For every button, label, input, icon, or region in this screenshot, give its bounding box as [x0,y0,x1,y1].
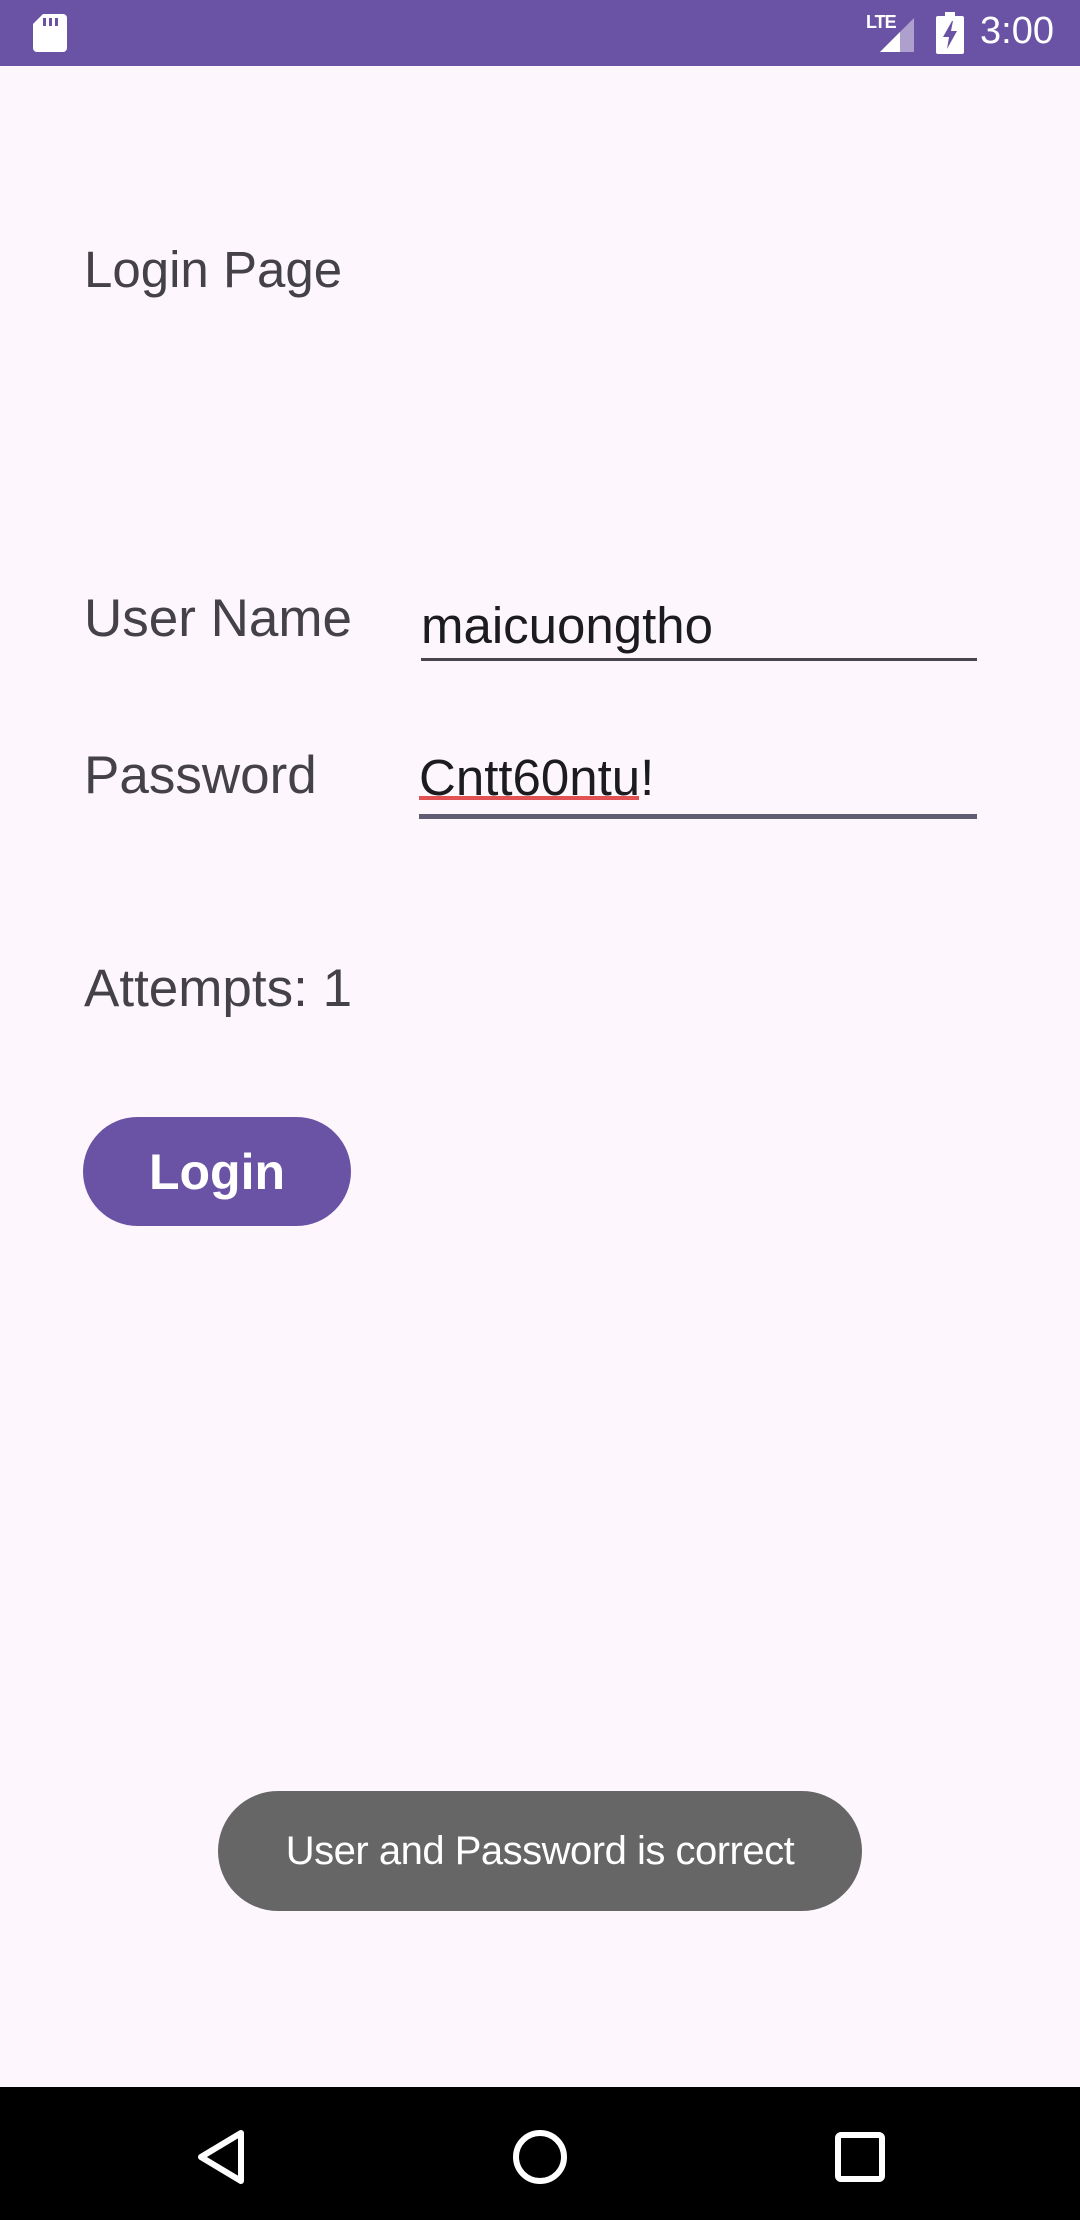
toast-text: User and Password is correct [285,1828,795,1873]
recents-button[interactable] [810,2107,910,2207]
status-time: 3:00 [980,10,1054,52]
login-screen: LTE 3:00 Login Page User Name Password C… [0,0,1080,2220]
password-field[interactable]: Cntt60ntu! [419,748,977,819]
spellcheck-underline [419,796,639,800]
username-field[interactable] [421,592,977,661]
back-button[interactable] [171,2107,271,2207]
lte-label: LTE [866,12,897,32]
status-bar: LTE 3:00 [0,0,1080,66]
attempts-counter: Attempts: 1 [84,959,353,1018]
sd-card-icon [33,14,67,52]
username-label: User Name [84,589,353,648]
password-label: Password [84,746,317,805]
home-icon [513,2130,567,2184]
login-button[interactable]: Login [83,1117,351,1226]
navigation-bar [0,2087,1080,2220]
toast-message: User and Password is correct [218,1791,862,1911]
recents-icon [835,2132,885,2182]
battery-charging-icon [936,12,964,54]
page-title: Login Page [84,241,343,298]
back-icon [198,2130,244,2184]
home-button[interactable] [490,2107,590,2207]
